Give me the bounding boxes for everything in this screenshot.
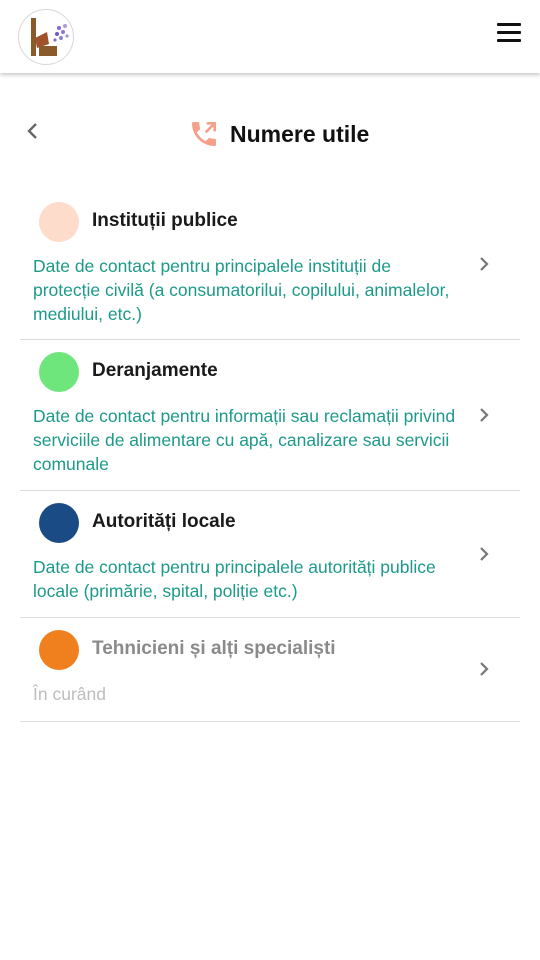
item-title: Autorități locale (92, 511, 236, 532)
chevron-right-icon (477, 660, 491, 678)
menu-bar-bottom (497, 38, 521, 42)
list-item-autoritati-locale[interactable]: Autorități locale Date de contact pentru… (20, 491, 520, 618)
category-color-dot (39, 352, 79, 392)
list-item-deranjamente[interactable]: Deranjamente Date de contact pentru info… (20, 340, 520, 491)
category-color-dot (39, 630, 79, 670)
item-head: Autorități locale (20, 491, 520, 543)
item-head: Deranjamente (20, 340, 520, 392)
chevron-right-icon (477, 255, 491, 273)
hamburger-menu-icon[interactable] (494, 20, 524, 44)
item-title: Tehnicieni și alți specialiști (92, 638, 336, 659)
item-description: În curând (33, 684, 106, 704)
phone-call-icon (192, 122, 216, 146)
category-color-dot (39, 202, 79, 242)
item-head: Instituții publice (20, 190, 520, 242)
item-title: Deranjamente (92, 360, 218, 381)
title-wrap: Numere utile (188, 114, 369, 154)
chevron-right-icon (477, 545, 491, 563)
category-color-dot (39, 503, 79, 543)
item-head: Tehnicieni și alți specialiști (20, 618, 520, 670)
item-description: Date de contact pentru informații sau re… (33, 406, 456, 474)
menu-bar-middle (497, 30, 521, 34)
list-item-tehnicieni[interactable]: Tehnicieni și alți specialiști În curând (20, 618, 520, 722)
menu-bar-top (497, 22, 521, 26)
item-description: Date de contact pentru principalele inst… (33, 256, 450, 324)
back-button[interactable] (22, 118, 44, 144)
category-list: Instituții publice Date de contact pentr… (20, 190, 520, 722)
chevron-right-icon (477, 406, 491, 424)
list-item-institutii-publice[interactable]: Instituții publice Date de contact pentr… (20, 190, 520, 340)
item-description: Date de contact pentru principalele auto… (33, 557, 436, 601)
app-bar (0, 0, 540, 73)
page-header: Numere utile (0, 108, 540, 160)
item-title: Instituții publice (92, 210, 238, 231)
page-title: Numere utile (230, 120, 370, 147)
app-logo-icon[interactable] (18, 9, 74, 65)
chevron-left-icon (27, 123, 37, 139)
